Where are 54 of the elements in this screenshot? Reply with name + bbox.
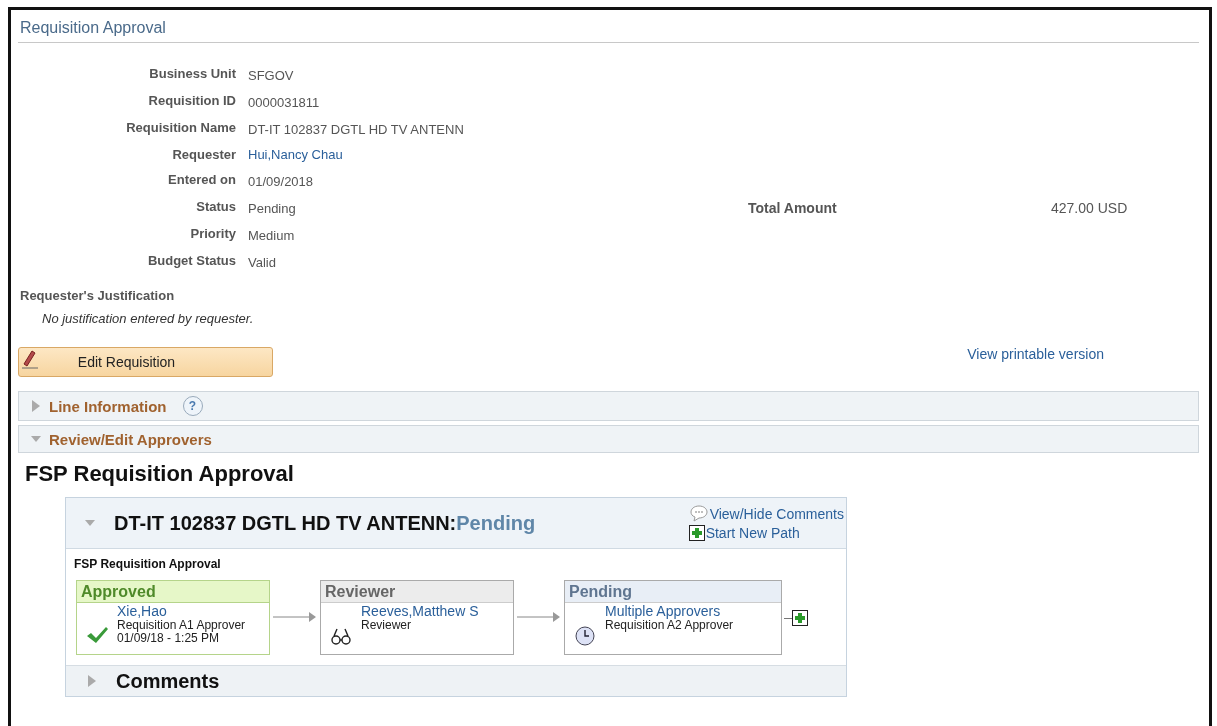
field-value: DT-IT 102837 DGTL HD TV ANTENN xyxy=(248,121,464,137)
field-label: Requisition ID xyxy=(148,93,236,110)
approval-date: 01/09/18 - 1:25 PM xyxy=(117,632,220,645)
step-status: Pending xyxy=(565,581,781,603)
plus-icon xyxy=(688,525,705,541)
field-value: 0000031811 xyxy=(248,94,320,110)
section-title: Line Information xyxy=(49,397,167,415)
section-title: Review/Edit Approvers xyxy=(49,430,212,448)
clock-icon xyxy=(573,624,597,646)
path-name: FSP Requisition Approval xyxy=(74,557,221,571)
approver-link[interactable]: Multiple Approvers xyxy=(605,604,734,619)
field-label: Priority xyxy=(190,226,236,243)
field-label: Requisition Name xyxy=(126,120,236,137)
total-amount-value: 427.00 USD xyxy=(1051,200,1128,218)
field-value: Medium xyxy=(248,227,295,243)
field-label: Entered on xyxy=(168,172,236,189)
approver-role: Reviewer xyxy=(361,619,412,632)
justification-label: Requester's Justification xyxy=(20,288,175,303)
arrow-icon xyxy=(517,610,561,624)
page-title: Requisition Approval xyxy=(20,19,166,37)
edit-requisition-button[interactable]: Edit Requisition xyxy=(18,347,273,377)
field-value: Valid xyxy=(248,254,276,270)
field-label: Business Unit xyxy=(149,66,236,83)
pencil-icon xyxy=(21,349,39,371)
step-status: Reviewer xyxy=(321,581,513,603)
approver-link[interactable]: Reeves,Matthew S xyxy=(361,604,479,619)
approval-heading: FSP Requisition Approval xyxy=(25,461,294,487)
step-status: Approved xyxy=(77,581,269,603)
section-header[interactable]: Line Information ? xyxy=(18,391,1199,421)
approver-link[interactable]: Xie,Hao xyxy=(117,604,246,619)
help-button[interactable]: ? xyxy=(182,396,203,416)
view-comments-link[interactable]: View/Hide Comments xyxy=(688,505,844,522)
approver-role: Requisition A2 Approver xyxy=(605,619,734,632)
checkmark-icon xyxy=(85,624,109,646)
field-value: SFGOV xyxy=(248,67,294,83)
justification-text: No justification entered by requester. xyxy=(42,311,254,326)
comments-title: Comments xyxy=(116,669,220,693)
item-title: DT-IT 102837 DGTL HD TV ANTENN:Pending xyxy=(114,511,536,535)
field-label: Budget Status xyxy=(147,253,236,270)
comments-header[interactable]: Comments xyxy=(66,665,846,696)
speech-bubble-icon xyxy=(688,505,709,522)
approver-role: Requisition A1 Approver xyxy=(117,619,246,632)
field-label: Requester xyxy=(172,147,236,162)
requester-link[interactable]: Hui,Nancy Chau xyxy=(248,147,343,162)
field-value: 01/09/2018 xyxy=(248,173,314,189)
field-value: Pending xyxy=(248,200,296,216)
expand-icon xyxy=(31,400,41,412)
printable-version-link[interactable]: View printable version xyxy=(967,346,1104,362)
arrow-icon xyxy=(273,610,317,624)
start-new-path-link[interactable]: Start New Path xyxy=(688,525,844,541)
section-header[interactable]: Review/Edit Approvers xyxy=(18,425,1199,453)
add-approver-icon[interactable] xyxy=(792,610,808,626)
field-label: Status xyxy=(196,199,236,216)
total-amount-label: Total Amount xyxy=(748,200,838,218)
